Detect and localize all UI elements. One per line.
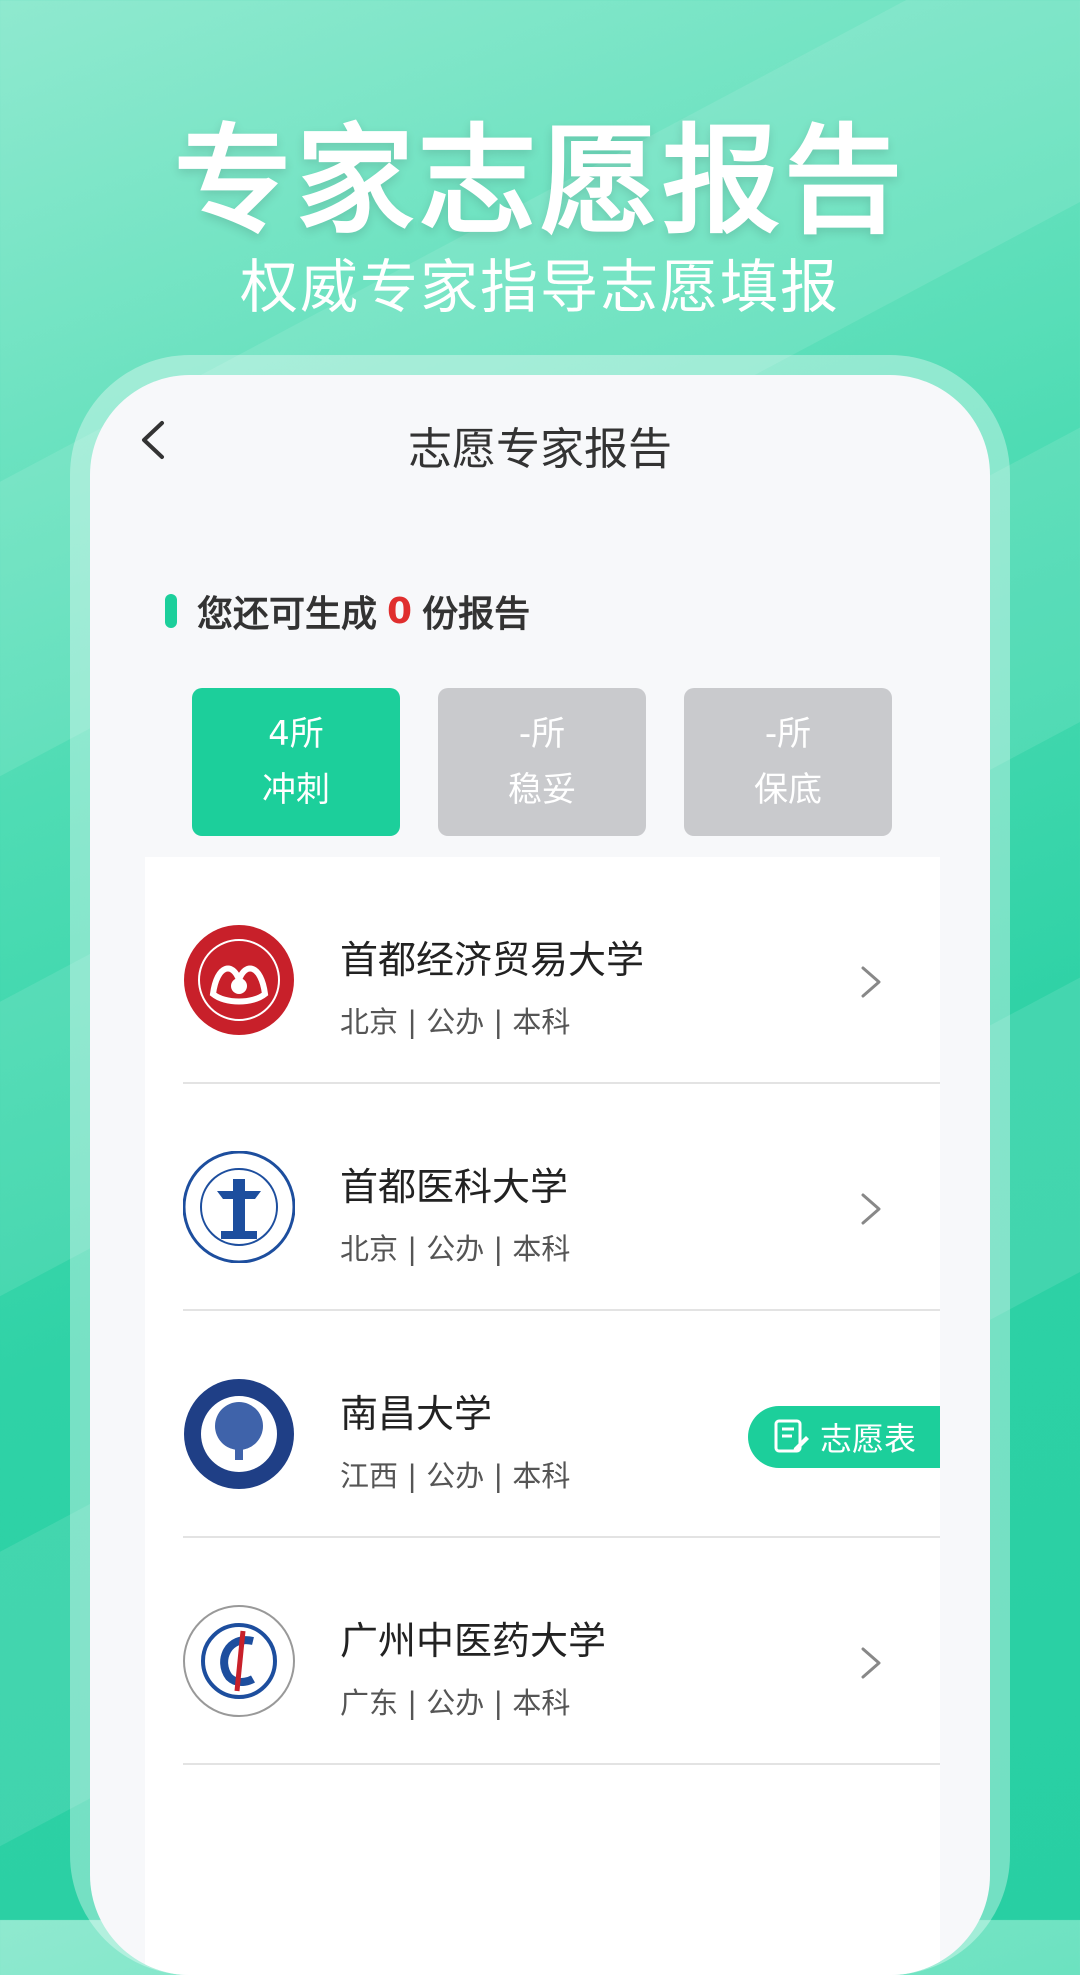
list-item[interactable]: 首都医科大学 北京 | 公办 | 本科 <box>145 1084 940 1311</box>
university-name: 南昌大学 <box>340 1392 493 1436</box>
stat-stable[interactable]: -所 稳妥 <box>438 688 646 836</box>
list-item[interactable]: 首都经济贸易大学 北京 | 公办 | 本科 <box>145 857 940 1084</box>
university-logo-icon <box>184 1379 294 1489</box>
category-stats: 4所 冲刺 -所 稳妥 -所 保底 <box>192 688 892 836</box>
stat-sprint[interactable]: 4所 冲刺 <box>192 688 400 836</box>
chevron-right-icon[interactable] <box>857 1643 885 1683</box>
form-edit-icon <box>774 1419 809 1453</box>
hero-title: 专家志愿报告 <box>173 112 906 250</box>
university-logo-icon <box>183 1605 295 1717</box>
remaining-suffix: 份报告 <box>422 594 531 635</box>
university-name: 首都医科大学 <box>340 1165 569 1209</box>
university-name: 广州中医药大学 <box>340 1619 607 1663</box>
accent-bar-icon <box>165 594 177 628</box>
university-meta: 北京 | 公办 | 本科 <box>340 1232 571 1266</box>
university-meta: 江西 | 公办 | 本科 <box>340 1459 571 1493</box>
application-form-button[interactable]: 志愿表 <box>748 1406 940 1468</box>
hero-subtitle: 权威专家指导志愿填报 <box>239 253 840 321</box>
list-item[interactable]: 广州中医药大学 广东 | 公办 | 本科 <box>145 1538 940 1765</box>
badge-label: 志愿表 <box>819 1420 916 1458</box>
phone-screen: 志愿专家报告 您还可生成 0 份报告 4所 冲刺 -所 稳妥 -所 保底 首都经… <box>90 375 990 1975</box>
stat-value: -所 <box>764 714 812 754</box>
stat-label: 冲刺 <box>262 770 330 810</box>
divider <box>183 1763 940 1765</box>
chevron-right-icon[interactable] <box>857 962 885 1002</box>
university-meta: 广东 | 公办 | 本科 <box>340 1686 571 1720</box>
stat-value: 4所 <box>268 714 324 754</box>
university-list: 首都经济贸易大学 北京 | 公办 | 本科 首都医科大学 北京 | 公办 | 本… <box>145 857 940 1975</box>
page-title: 志愿专家报告 <box>408 424 672 475</box>
stat-label: 保底 <box>754 770 822 810</box>
chevron-right-icon[interactable] <box>857 1189 885 1229</box>
remaining-prefix: 您还可生成 <box>197 594 378 635</box>
stat-value: -所 <box>518 714 566 754</box>
list-item[interactable]: 南昌大学 江西 | 公办 | 本科 志愿表 <box>145 1311 940 1538</box>
university-logo-icon <box>183 1151 295 1263</box>
app-header: 志愿专家报告 <box>90 375 990 505</box>
remaining-reports: 您还可生成 0 份报告 <box>165 585 530 637</box>
university-logo-icon <box>184 925 294 1035</box>
university-name: 首都经济贸易大学 <box>340 938 645 982</box>
stat-safe[interactable]: -所 保底 <box>684 688 892 836</box>
remaining-count: 0 <box>387 590 413 632</box>
university-meta: 北京 | 公办 | 本科 <box>340 1005 571 1039</box>
stat-label: 稳妥 <box>508 770 576 810</box>
